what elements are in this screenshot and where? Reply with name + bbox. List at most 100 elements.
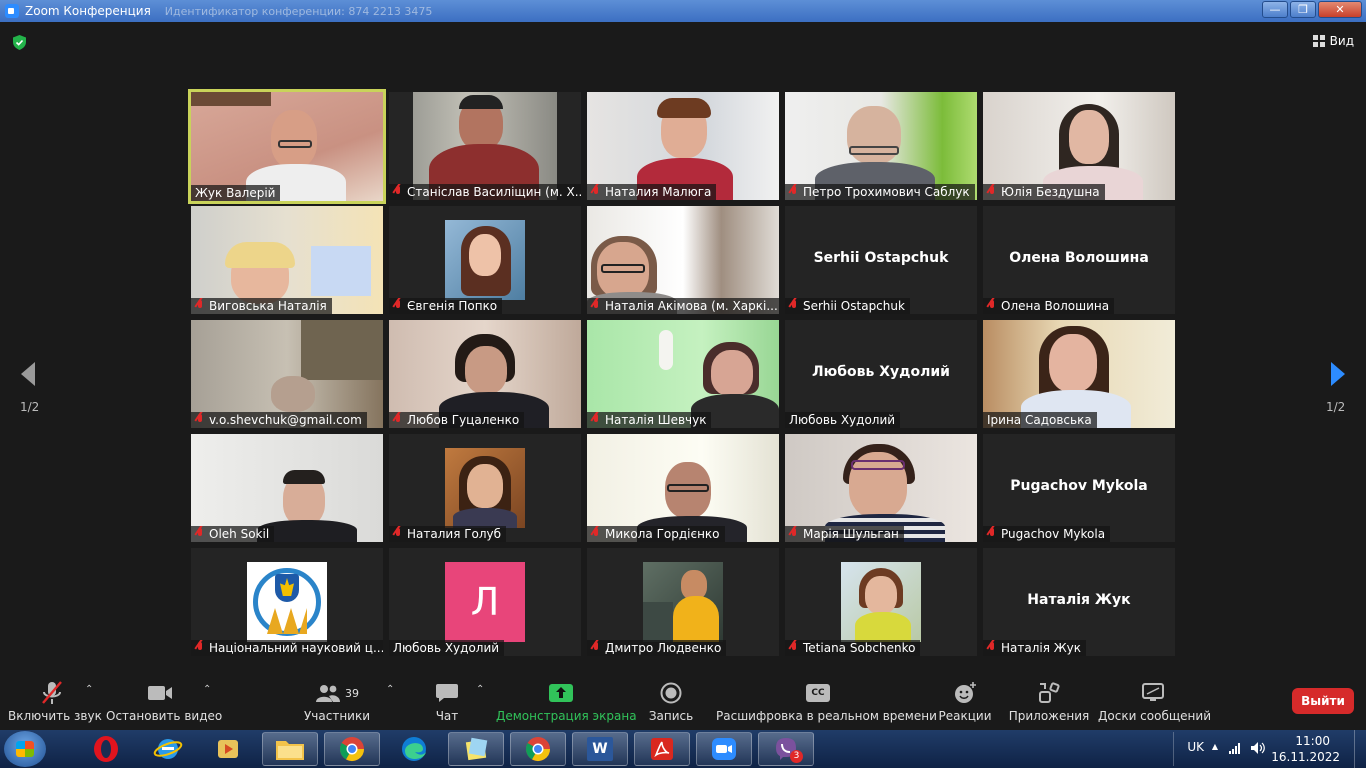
muted-mic-icon [195,300,206,312]
chat-button[interactable]: Чат [424,680,470,723]
participant-name-label: v.o.shevchuk@gmail.com [191,412,367,428]
next-page-arrow-icon[interactable] [1329,360,1347,388]
unmute-button[interactable]: Включить звук [8,680,102,723]
video-options-chevron-up-icon[interactable]: ⌃ [203,684,211,695]
network-signal-icon[interactable] [1228,741,1242,755]
reactions-button[interactable]: Реакции [936,680,994,723]
taskbar-acrobat[interactable] [634,732,690,766]
participant-display-name: Олена Волошина [1009,250,1149,266]
muted-mic-icon [789,528,800,540]
zoom-app-icon [5,4,19,18]
video-tile[interactable]: Наталія Акімова (м. Харкі... [587,206,779,314]
internet-explorer-icon [153,739,183,759]
muted-mic-icon [789,186,800,198]
muted-mic-icon [591,642,602,654]
participant-name-label: Наталия Голуб [389,526,507,542]
show-desktop-button[interactable] [1354,730,1366,768]
video-tile[interactable]: Олена Волошина Олена Волошина [983,206,1175,314]
leave-meeting-button[interactable]: Выйти [1292,688,1354,714]
taskbar-chrome-2[interactable] [510,732,566,766]
view-button-label: Вид [1329,34,1354,48]
view-button[interactable]: Вид [1312,34,1354,48]
apps-button[interactable]: Приложения [1008,680,1090,723]
participant-name-label: Наталия Малюга [587,184,717,200]
video-tile[interactable]: Петро Трохимович Саблук [785,92,977,200]
video-tile[interactable]: Національний науковий ц... [191,548,383,656]
window-titlebar: Zoom Конференция Идентификатор конференц… [0,0,1366,22]
participant-name-label: Serhii Ostapchuk [785,298,910,314]
taskbar-file-explorer[interactable] [262,732,318,766]
zoom-app-icon [712,738,736,760]
encryption-shield-icon[interactable] [11,34,28,51]
clock-date[interactable]: 16.11.2022 [1271,750,1340,764]
mic-muted-icon [42,681,62,704]
participant-name-label: Виговська Наталія [191,298,332,314]
taskbar-opera[interactable] [78,732,134,766]
muted-mic-icon [591,186,602,198]
muted-mic-icon [987,642,998,654]
grid-view-icon [1312,35,1325,47]
video-tile[interactable]: Ірина Садовська [983,320,1175,428]
minimize-button[interactable]: — [1262,1,1288,18]
video-tile[interactable]: Дмитро Людвенко [587,548,779,656]
muted-mic-icon [195,642,206,654]
previous-page-arrow-icon[interactable] [19,360,37,388]
participants-button[interactable]: 39 Участники [300,680,374,723]
start-button[interactable] [4,731,46,767]
video-tile[interactable]: Tetiana Sobchenko [785,548,977,656]
page-indicator-left: 1/2 [20,400,40,414]
participant-name-label: Петро Трохимович Саблук [785,184,975,200]
whiteboards-button[interactable]: Доски сообщений [1098,680,1211,723]
video-tile[interactable]: Наталія Шевчук [587,320,779,428]
opera-browser-icon [94,736,118,762]
muted-mic-icon [789,300,800,312]
record-button[interactable]: Запись [644,680,698,723]
close-window-button[interactable]: ✕ [1318,1,1362,18]
video-tile[interactable]: Наталия Голуб [389,434,581,542]
video-tile[interactable]: v.o.shevchuk@gmail.com [191,320,383,428]
taskbar-media-player[interactable] [200,732,256,766]
video-tile[interactable]: Микола Гордієнко [587,434,779,542]
video-tile[interactable]: Жук Валерій [188,89,386,204]
chat-bubble-icon [436,684,458,702]
maximize-button[interactable]: ❐ [1290,1,1316,18]
live-transcription-button[interactable]: CC Расшифровка в реальном времени [716,680,937,723]
taskbar-chrome[interactable] [324,732,380,766]
taskbar-edge[interactable] [386,732,442,766]
share-screen-button[interactable]: Демонстрация экрана [496,680,637,723]
participants-options-chevron-up-icon[interactable]: ⌃ [386,684,394,695]
keyboard-language-indicator[interactable]: UK [1187,740,1204,754]
video-tile[interactable]: Наталія Жук Наталія Жук [983,548,1175,656]
participant-name-label: Микола Гордієнко [587,526,725,542]
taskbar-word[interactable]: W [572,732,628,766]
taskbar-sticky-notes[interactable] [448,732,504,766]
windows-taskbar: W 3 UK ▲ 11:00 16.11.2022 [0,730,1366,768]
video-tile[interactable]: Oleh Sokil [191,434,383,542]
muted-mic-icon [591,300,602,312]
video-tile[interactable]: Serhii Ostapchuk Serhii Ostapchuk [785,206,977,314]
video-tile[interactable]: Євгенія Попко [389,206,581,314]
video-tile[interactable]: Pugachov Mykola Pugachov Mykola [983,434,1175,542]
viber-notification-badge: 3 [790,750,803,763]
muted-mic-icon [591,528,602,540]
video-tile[interactable]: Виговська Наталія [191,206,383,314]
audio-options-chevron-up-icon[interactable]: ⌃ [85,684,93,695]
video-tile[interactable]: Юлія Бездушна [983,92,1175,200]
taskbar-zoom[interactable] [696,732,752,766]
show-hidden-icons-arrow-icon[interactable]: ▲ [1212,742,1218,751]
stop-video-button[interactable]: Остановить видео [106,680,222,723]
video-tile[interactable]: Марія Шульган [785,434,977,542]
volume-speaker-icon[interactable] [1250,741,1266,755]
video-tile[interactable]: Любов Гуцаленко [389,320,581,428]
video-tile[interactable]: Л Любовь Худолий [389,548,581,656]
clock-time[interactable]: 11:00 [1295,734,1330,748]
video-tile[interactable]: Станіслав Василіщин (м. Х... [389,92,581,200]
chat-options-chevron-up-icon[interactable]: ⌃ [476,684,484,695]
share-screen-icon [549,684,573,702]
taskbar-viber[interactable]: 3 [758,732,814,766]
video-tile[interactable]: Любовь Худолий Любовь Худолий [785,320,977,428]
whiteboard-icon [1142,683,1164,701]
taskbar-internet-explorer[interactable] [140,732,196,766]
video-tile[interactable]: Наталия Малюга [587,92,779,200]
sticky-notes-icon [465,737,488,761]
